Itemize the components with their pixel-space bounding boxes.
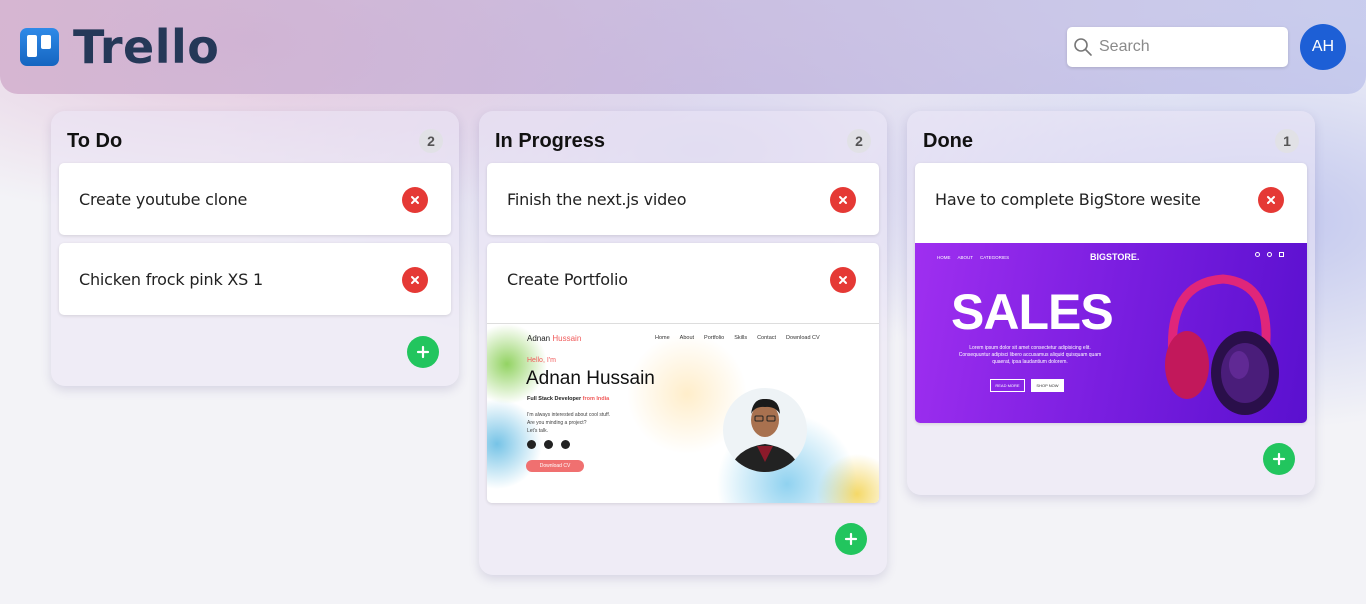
headphones-image [1165, 274, 1279, 415]
portfolio-bio: I'm always interested about cool stuff. … [527, 412, 611, 434]
task-card[interactable]: Create youtube clone [59, 163, 451, 235]
portfolio-brand: Adnan Hussain [527, 334, 582, 343]
delete-task-button[interactable] [402, 187, 428, 213]
card-image-portfolio: Adnan Hussain Home About Portfolio Skill… [487, 323, 879, 503]
close-icon [411, 276, 419, 284]
task-text: Chicken frock pink XS 1 [79, 270, 263, 289]
close-icon [1267, 196, 1275, 204]
portfolio-name: Adnan Hussain [526, 368, 655, 389]
bigstore-headline: SALES [951, 284, 1114, 340]
task-text: Create Portfolio [507, 270, 628, 289]
portfolio-social-icons [527, 440, 570, 449]
column-done: Done 1 Have to complete BigStore wesite … [907, 111, 1315, 495]
task-text: Finish the next.js video [507, 190, 687, 209]
delete-task-button[interactable] [1258, 187, 1284, 213]
bigstore-body: Lorem ipsum dolor sit amet consectetur a… [958, 345, 1102, 365]
bigstore-nav-icons [1255, 252, 1284, 257]
bigstore-read-more: READ MORE [990, 379, 1025, 392]
portfolio-photo [723, 388, 807, 472]
top-header: Trello AH [0, 0, 1366, 94]
portfolio-download-cv: Download CV [526, 460, 584, 472]
plus-icon [844, 532, 858, 546]
card-image-bigstore: HOME ABOUT CATEGORIES BIGSTORE. SALES Lo… [915, 243, 1307, 423]
user-avatar[interactable]: AH [1300, 24, 1346, 70]
search-input[interactable] [1099, 38, 1279, 56]
column-in-progress: In Progress 2 Finish the next.js video C… [479, 111, 887, 575]
delete-task-button[interactable] [830, 187, 856, 213]
portfolio-nav: Home About Portfolio Skills Contact Down… [655, 335, 820, 341]
task-card[interactable]: Chicken frock pink XS 1 [59, 243, 451, 315]
search-icon [1074, 38, 1092, 56]
task-text: Create youtube clone [79, 190, 248, 209]
close-icon [839, 196, 847, 204]
task-card[interactable]: Finish the next.js video [487, 163, 879, 235]
add-task-button[interactable] [1263, 443, 1295, 475]
trello-logo-icon [20, 28, 59, 66]
delete-task-button[interactable] [402, 267, 428, 293]
bigstore-nav: HOME ABOUT CATEGORIES [937, 255, 1010, 260]
bigstore-shop-now: SHOP NOW [1031, 379, 1064, 392]
search-box[interactable] [1067, 27, 1288, 67]
column-title: To Do [67, 130, 123, 152]
app-name: Trello [73, 20, 220, 74]
portfolio-role: Full Stack Developer from India [527, 396, 610, 402]
close-icon [839, 276, 847, 284]
task-card[interactable]: Have to complete BigStore wesite HOME AB… [915, 163, 1307, 423]
column-todo: To Do 2 Create youtube clone Chicken fro… [51, 111, 459, 386]
portfolio-greeting: Hello, I'm [527, 357, 556, 364]
plus-icon [1272, 452, 1286, 466]
add-task-button[interactable] [407, 336, 439, 368]
column-title: In Progress [495, 130, 606, 152]
task-text: Have to complete BigStore wesite [935, 190, 1201, 209]
column-count-badge: 1 [1275, 129, 1299, 153]
delete-task-button[interactable] [830, 267, 856, 293]
app-logo[interactable]: Trello [20, 20, 220, 74]
plus-icon [416, 345, 430, 359]
bigstore-brand: BIGSTORE. [1090, 252, 1140, 262]
add-task-button[interactable] [835, 523, 867, 555]
column-count-badge: 2 [847, 129, 871, 153]
column-title: Done [923, 130, 973, 152]
close-icon [411, 196, 419, 204]
task-card[interactable]: Create Portfolio Adnan Hussain Home Abou… [487, 243, 879, 503]
column-count-badge: 2 [419, 129, 443, 153]
